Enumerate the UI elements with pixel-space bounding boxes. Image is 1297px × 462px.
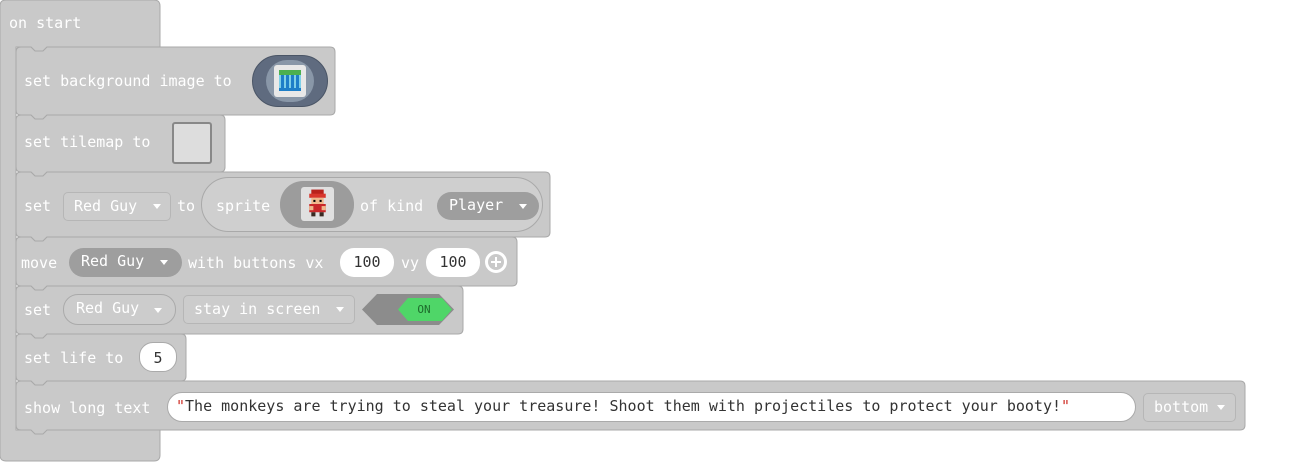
chevron-down-icon xyxy=(153,204,161,209)
text-position-value: bottom xyxy=(1154,398,1209,416)
show-long-text-label: show long text xyxy=(24,399,151,417)
chevron-down-icon xyxy=(519,204,527,209)
set-tilemap-label: set tilemap to xyxy=(24,133,151,151)
flag-value: stay in screen xyxy=(194,300,321,318)
stay-variable-name: Red Guy xyxy=(76,299,140,317)
long-text-value: The monkeys are trying to steal your tre… xyxy=(185,397,1062,415)
variable-name: Red Guy xyxy=(74,197,138,215)
long-text-input[interactable]: "The monkeys are trying to steal your tr… xyxy=(167,392,1136,422)
move-variable-name: Red Guy xyxy=(81,252,145,270)
sprite-label-text: sprite xyxy=(216,197,271,215)
toggle-state: ON xyxy=(417,303,431,316)
code-workspace: on start set background image to set til… xyxy=(0,0,1297,462)
close-quote: " xyxy=(1061,397,1071,415)
sprite-image-picker[interactable] xyxy=(280,181,354,228)
stay-set-label: set xyxy=(24,301,52,319)
move-label: move xyxy=(21,254,58,272)
stay-variable-dropdown[interactable]: Red Guy xyxy=(63,294,176,325)
vy-label: vy xyxy=(401,254,420,272)
kind-value: Player xyxy=(449,196,504,214)
set-label: set xyxy=(24,197,52,215)
open-quote: " xyxy=(176,397,186,415)
chevron-down-icon xyxy=(336,307,344,312)
red-guy-sprite-icon xyxy=(301,187,334,221)
with-buttons-label: with buttons vx xyxy=(188,254,324,272)
plus-icon xyxy=(488,254,504,270)
flag-dropdown[interactable]: stay in screen xyxy=(183,295,355,324)
chevron-down-icon xyxy=(1217,405,1225,410)
pillars-image-icon xyxy=(274,65,306,97)
add-parameter-button[interactable] xyxy=(485,251,507,273)
set-background-label: set background image to xyxy=(24,72,232,90)
background-image-picker[interactable] xyxy=(252,55,328,107)
move-variable-dropdown[interactable]: Red Guy xyxy=(69,248,182,277)
vx-input[interactable]: 100 xyxy=(340,248,394,277)
text-position-dropdown[interactable]: bottom xyxy=(1143,393,1236,422)
vy-input[interactable]: 100 xyxy=(426,248,480,277)
on-start-label: on start xyxy=(9,14,82,32)
chevron-down-icon xyxy=(160,260,168,265)
tilemap-picker[interactable] xyxy=(172,122,212,164)
life-value-input[interactable]: 5 xyxy=(139,342,177,372)
set-life-label: set life to xyxy=(24,349,124,367)
chevron-down-icon xyxy=(154,308,162,313)
to-label: to xyxy=(177,197,196,215)
kind-dropdown[interactable]: Player xyxy=(437,192,539,220)
of-kind-label: of kind xyxy=(360,197,424,215)
variable-dropdown[interactable]: Red Guy xyxy=(63,192,171,221)
